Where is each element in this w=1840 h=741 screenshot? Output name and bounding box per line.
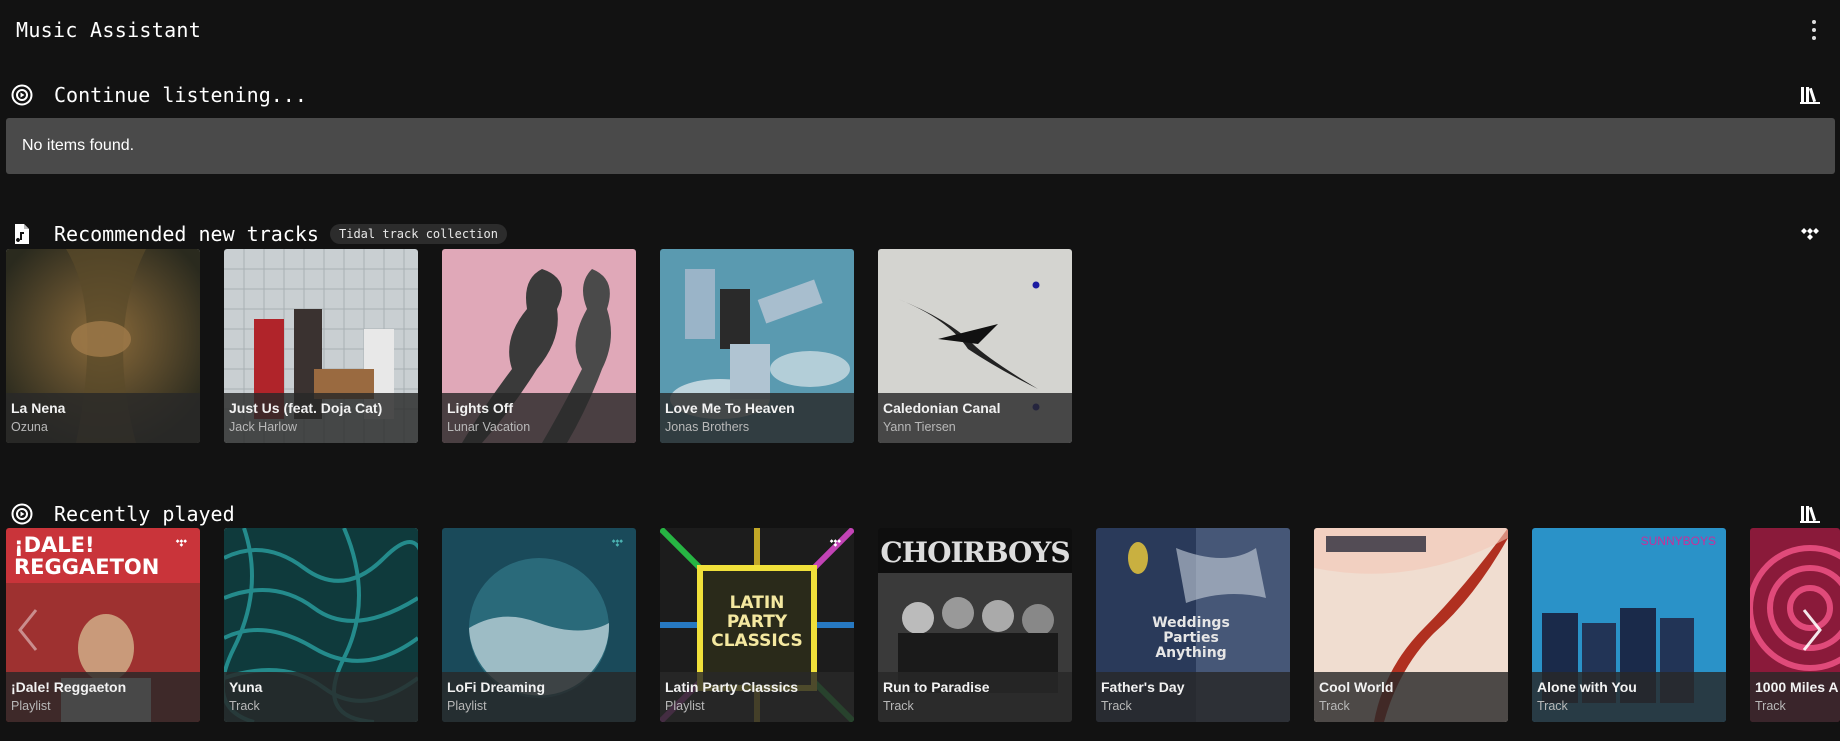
card-title: Yuna <box>229 679 263 695</box>
card-title: 1000 Miles A <box>1755 679 1839 695</box>
section-title: Recommended new tracks <box>54 222 319 246</box>
empty-state: No items found. <box>6 118 1835 174</box>
chevron-right-icon[interactable] <box>1792 600 1832 660</box>
section-header-continue: Continue listening... <box>0 75 1840 115</box>
section-header-recommended: Recommended new tracks Tidal track colle… <box>0 214 1840 254</box>
card-caption: Father's Day Track <box>1096 672 1290 722</box>
card-subtitle: Playlist <box>447 699 487 713</box>
card-title: Latin Party Classics <box>665 679 799 695</box>
section-title: Continue listening... <box>54 83 307 107</box>
card-title: Just Us (feat. Doja Cat) <box>229 400 383 416</box>
recent-card[interactable]: SUNNYBOYS Alone with You Track <box>1532 528 1726 722</box>
track-card[interactable]: La Nena Ozuna <box>6 249 200 443</box>
card-subtitle: Jonas Brothers <box>665 420 750 434</box>
card-caption: Alone with You Track <box>1532 672 1726 722</box>
track-card[interactable]: Love Me To Heaven Jonas Brothers <box>660 249 854 443</box>
card-caption: Lights Off Lunar Vacation <box>442 393 636 443</box>
card-caption: Latin Party Classics Playlist <box>660 672 854 722</box>
library-icon[interactable] <box>1798 502 1822 526</box>
card-subtitle: Lunar Vacation <box>447 420 531 434</box>
card-title: La Nena <box>11 400 66 416</box>
music-file-icon <box>15 224 29 244</box>
card-subtitle: Jack Harlow <box>229 420 298 434</box>
card-title: Love Me To Heaven <box>665 400 795 416</box>
card-subtitle: Playlist <box>11 699 51 713</box>
card-title: Caledonian Canal <box>883 400 1001 416</box>
section-title: Recently played <box>54 502 235 526</box>
card-title: Cool World <box>1319 679 1394 695</box>
empty-state-text: No items found. <box>22 137 135 154</box>
card-caption: Just Us (feat. Doja Cat) Jack Harlow <box>224 393 418 443</box>
source-badge: Tidal track collection <box>330 224 507 244</box>
recent-card[interactable]: LoFi Dreaming Playlist <box>442 528 636 722</box>
kebab-menu-icon[interactable] <box>1810 20 1818 40</box>
recent-card[interactable]: CHOIRBOYS Run to Paradise Track <box>878 528 1072 722</box>
card-title: Lights Off <box>447 400 514 416</box>
art-text: ¡DALE! REGGAETON <box>14 533 160 579</box>
card-subtitle: Track <box>1319 699 1350 713</box>
app-title: Music Assistant <box>16 18 202 42</box>
tidal-icon[interactable] <box>1798 222 1822 246</box>
card-subtitle: Yann Tiersen <box>883 420 956 434</box>
tidal-icon <box>611 539 623 547</box>
recent-card[interactable]: Yuna Track <box>224 528 418 722</box>
track-card[interactable]: Lights Off Lunar Vacation <box>442 249 636 443</box>
card-title: ¡Dale! Reggaeton <box>11 679 127 695</box>
track-card[interactable]: Just Us (feat. Doja Cat) Jack Harlow <box>224 249 418 443</box>
recent-card[interactable]: LATIN PARTY CLASSICS Latin Party Classic… <box>660 528 854 722</box>
card-title: Father's Day <box>1101 679 1185 695</box>
card-subtitle: Track <box>1101 699 1132 713</box>
library-icon[interactable] <box>1798 83 1822 107</box>
card-title: LoFi Dreaming <box>447 679 546 695</box>
card-title: Run to Paradise <box>883 679 990 695</box>
card-caption: Caledonian Canal Yann Tiersen <box>878 393 1072 443</box>
card-caption: 1000 Miles A Track <box>1750 672 1840 722</box>
art-text: Weddings Parties Anything <box>1152 615 1230 661</box>
recent-card[interactable]: Weddings Parties Anything Father's Day T… <box>1096 528 1290 722</box>
chevron-left-icon[interactable] <box>8 600 48 660</box>
record-play-icon <box>11 84 33 106</box>
card-caption: La Nena Ozuna <box>6 393 200 443</box>
card-caption: LoFi Dreaming Playlist <box>442 672 636 722</box>
card-subtitle: Track <box>229 699 260 713</box>
card-subtitle: Track <box>1755 699 1786 713</box>
card-caption: Love Me To Heaven Jonas Brothers <box>660 393 854 443</box>
tidal-icon <box>829 539 841 547</box>
art-text: CHOIRBOYS <box>880 536 1070 569</box>
card-subtitle: Playlist <box>665 699 705 713</box>
card-caption: Cool World Track <box>1314 672 1508 722</box>
track-card[interactable]: Caledonian Canal Yann Tiersen <box>878 249 1072 443</box>
art-text: SUNNYBOYS <box>1640 534 1716 548</box>
art-text: LATIN PARTY CLASSICS <box>711 593 803 651</box>
app-bar: Music Assistant <box>0 0 1840 60</box>
card-subtitle: Track <box>1537 699 1568 713</box>
card-caption: Run to Paradise Track <box>878 672 1072 722</box>
tidal-icon <box>175 539 187 547</box>
card-subtitle: Track <box>883 699 914 713</box>
card-caption: Yuna Track <box>224 672 418 722</box>
card-title: Alone with You <box>1537 679 1637 695</box>
card-caption: ¡Dale! Reggaeton Playlist <box>6 672 200 722</box>
card-subtitle: Ozuna <box>11 420 48 434</box>
recent-card[interactable]: Cool World Track <box>1314 528 1508 722</box>
record-play-icon <box>11 503 33 525</box>
